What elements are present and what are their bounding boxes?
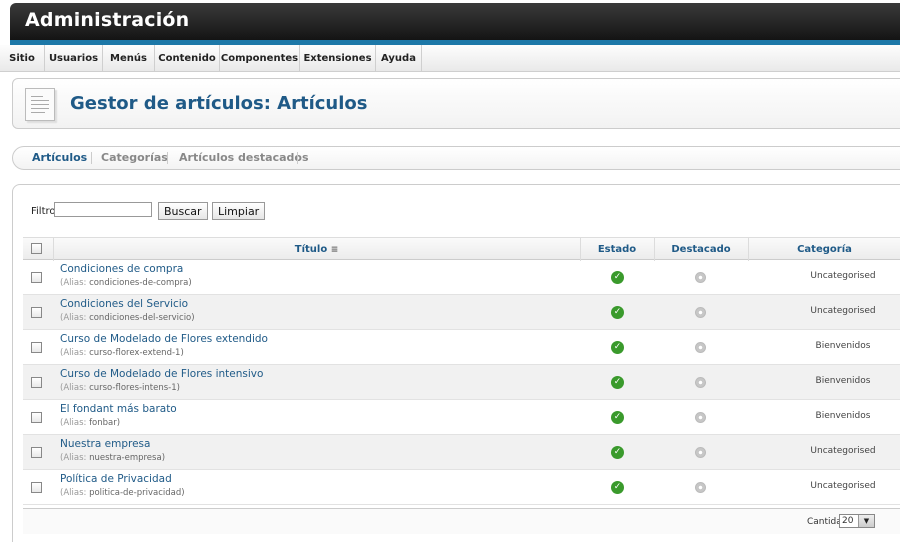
article-title-link[interactable]: Nuestra empresa bbox=[60, 438, 150, 450]
filter-input[interactable] bbox=[54, 202, 152, 217]
article-category: Bienvenidos bbox=[815, 411, 871, 421]
tab-categorias[interactable]: Categorías bbox=[101, 147, 168, 169]
article-alias: (Alias: politica-de-privacidad) bbox=[60, 488, 185, 498]
tab-articulos[interactable]: Artículos bbox=[32, 147, 87, 169]
header-title: Administración bbox=[25, 9, 190, 31]
article-icon bbox=[25, 88, 55, 121]
article-title-link[interactable]: Curso de Modelado de Flores extendido bbox=[60, 333, 268, 345]
table-row: Nuestra empresa (Alias: nuestra-empresa)… bbox=[23, 435, 900, 470]
article-alias: (Alias: fonbar) bbox=[60, 418, 121, 428]
article-alias: (Alias: condiciones-del-servicio) bbox=[60, 313, 195, 323]
tab-separator bbox=[91, 152, 92, 164]
column-featured[interactable]: Destacado bbox=[654, 238, 748, 261]
published-check-icon[interactable]: ✓ bbox=[611, 411, 624, 424]
published-check-icon[interactable]: ✓ bbox=[611, 306, 624, 319]
admin-header: Administración bbox=[10, 3, 900, 40]
table-header: Título ≡ Estado Destacado Categoría bbox=[23, 237, 900, 261]
menu-contenido[interactable]: Contenido bbox=[155, 45, 220, 72]
tab-articulos-destacados[interactable]: Artículos destacados bbox=[179, 147, 309, 169]
submenu: Artículos Categorías Artículos destacado… bbox=[12, 146, 900, 170]
page-title: Gestor de artículos: Artículos bbox=[70, 93, 368, 114]
article-alias: (Alias: curso-florex-extend-1) bbox=[60, 348, 184, 358]
article-alias: (Alias: nuestra-empresa) bbox=[60, 453, 166, 463]
chevron-down-icon[interactable]: ▼ bbox=[858, 515, 874, 527]
page-header: Gestor de artículos: Artículos bbox=[12, 78, 900, 129]
table-row: Curso de Modelado de Flores intensivo (A… bbox=[23, 365, 900, 400]
row-checkbox[interactable] bbox=[31, 272, 42, 283]
table-row: Curso de Modelado de Flores extendido (A… bbox=[23, 330, 900, 365]
article-category: Bienvenidos bbox=[815, 341, 871, 351]
article-title-link[interactable]: El fondant más barato bbox=[60, 403, 177, 415]
select-all-checkbox[interactable] bbox=[31, 243, 42, 254]
row-checkbox[interactable] bbox=[31, 482, 42, 493]
table-row: Condiciones de compra (Alias: condicione… bbox=[23, 260, 900, 295]
not-featured-icon[interactable] bbox=[695, 482, 706, 493]
row-checkbox[interactable] bbox=[31, 412, 42, 423]
table-footer: Cantidad 20 ▼ bbox=[23, 508, 900, 534]
article-alias: (Alias: curso-flores-intens-1) bbox=[60, 383, 180, 393]
table-row: El fondant más barato (Alias: fonbar) ✓ … bbox=[23, 400, 900, 435]
menu-sitio[interactable]: Sitio bbox=[0, 45, 45, 72]
row-checkbox[interactable] bbox=[31, 342, 42, 353]
row-checkbox[interactable] bbox=[31, 377, 42, 388]
tab-separator bbox=[167, 152, 168, 164]
published-check-icon[interactable]: ✓ bbox=[611, 271, 624, 284]
content-panel: Filtro: Buscar Limpiar Título ≡ Estado D… bbox=[12, 184, 900, 542]
article-title-link[interactable]: Curso de Modelado de Flores intensivo bbox=[60, 368, 263, 380]
menu-ayuda[interactable]: Ayuda bbox=[376, 45, 422, 72]
column-category[interactable]: Categoría bbox=[748, 238, 900, 261]
search-button[interactable]: Buscar bbox=[158, 202, 208, 220]
article-category: Uncategorised bbox=[810, 446, 876, 456]
menu-bar: Sitio Usuarios Menús Contenido Component… bbox=[0, 45, 900, 72]
row-checkbox[interactable] bbox=[31, 307, 42, 318]
tab-separator bbox=[297, 152, 298, 164]
menu-usuarios[interactable]: Usuarios bbox=[45, 45, 103, 72]
article-category: Bienvenidos bbox=[815, 376, 871, 386]
sort-icon: ≡ bbox=[330, 245, 339, 255]
article-alias: (Alias: condiciones-de-compra) bbox=[60, 278, 192, 288]
article-category: Uncategorised bbox=[810, 306, 876, 316]
menu-extensiones[interactable]: Extensiones bbox=[300, 45, 376, 72]
not-featured-icon[interactable] bbox=[695, 377, 706, 388]
column-status[interactable]: Estado bbox=[580, 238, 654, 261]
not-featured-icon[interactable] bbox=[695, 272, 706, 283]
published-check-icon[interactable]: ✓ bbox=[611, 341, 624, 354]
not-featured-icon[interactable] bbox=[695, 447, 706, 458]
published-check-icon[interactable]: ✓ bbox=[611, 481, 624, 494]
clear-button[interactable]: Limpiar bbox=[212, 202, 266, 220]
article-title-link[interactable]: Condiciones del Servicio bbox=[60, 298, 188, 310]
article-title-link[interactable]: Condiciones de compra bbox=[60, 263, 183, 275]
menu-componentes[interactable]: Componentes bbox=[220, 45, 300, 72]
column-title[interactable]: Título ≡ bbox=[53, 238, 580, 261]
article-category: Uncategorised bbox=[810, 481, 876, 491]
not-featured-icon[interactable] bbox=[695, 342, 706, 353]
menu-menus[interactable]: Menús bbox=[103, 45, 155, 72]
published-check-icon[interactable]: ✓ bbox=[611, 446, 624, 459]
published-check-icon[interactable]: ✓ bbox=[611, 376, 624, 389]
table-row: Condiciones del Servicio (Alias: condici… bbox=[23, 295, 900, 330]
not-featured-icon[interactable] bbox=[695, 307, 706, 318]
row-checkbox[interactable] bbox=[31, 447, 42, 458]
article-title-link[interactable]: Política de Privacidad bbox=[60, 473, 172, 485]
not-featured-icon[interactable] bbox=[695, 412, 706, 423]
article-category: Uncategorised bbox=[810, 271, 876, 281]
table-row: Política de Privacidad (Alias: politica-… bbox=[23, 470, 900, 505]
